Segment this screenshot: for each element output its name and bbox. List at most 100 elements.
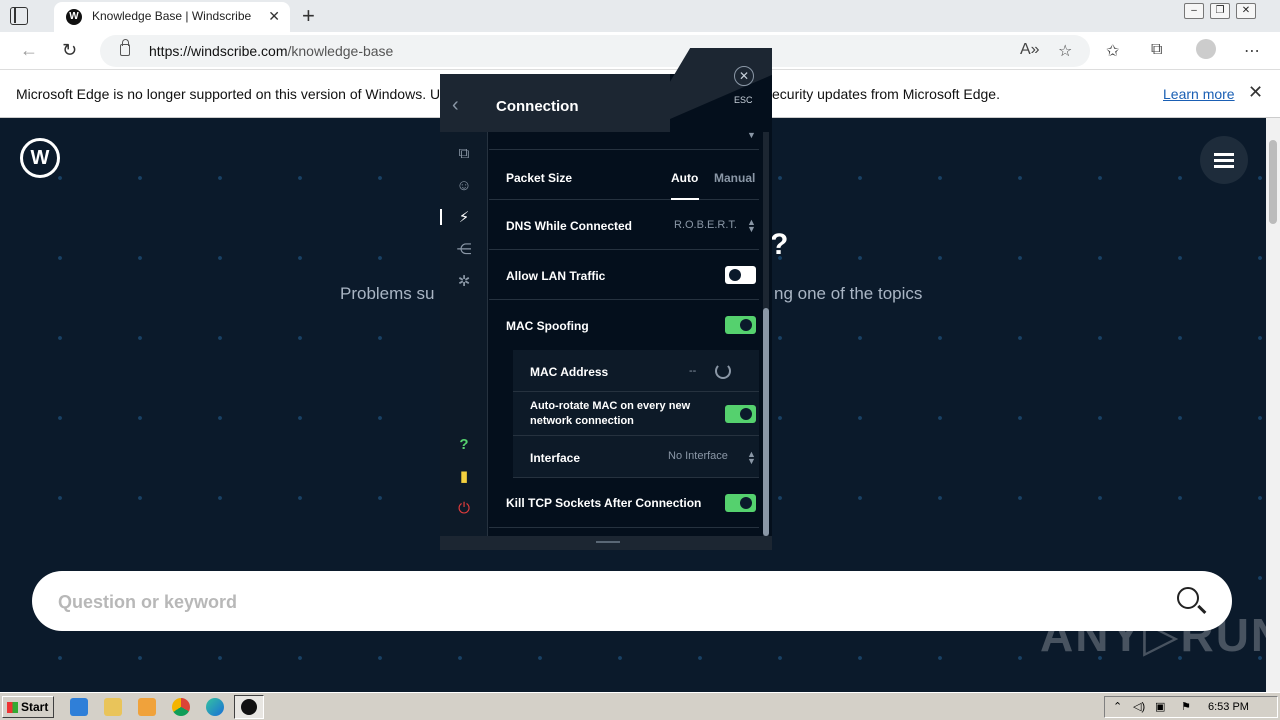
esc-label: ESC <box>734 95 753 105</box>
updown-icon: ▲ ▼ <box>747 217 756 234</box>
refresh-mac-icon[interactable] <box>715 363 731 379</box>
tray-expand-icon[interactable]: ⌃ <box>1113 700 1122 713</box>
allow-lan-label: Allow LAN Traffic <box>506 269 606 283</box>
search-input[interactable]: Question or keyword <box>58 592 237 613</box>
panel-footer <box>440 536 772 550</box>
read-aloud-icon[interactable]: A» <box>1020 41 1040 59</box>
collections-icon[interactable]: ⧉ <box>1151 41 1162 59</box>
restore-button[interactable]: ❐ <box>1210 3 1230 19</box>
learn-more-link[interactable]: Learn more <box>1163 86 1235 102</box>
clock: 6:53 PM <box>1208 701 1249 713</box>
volume-icon[interactable]: ◁) <box>1133 700 1145 713</box>
menu-button[interactable] <box>1200 136 1248 184</box>
windscribe-icon <box>241 699 257 715</box>
address-bar: ← ↻ https://windscribe.com/knowledge-bas… <box>0 32 1280 70</box>
updown-icon: ▼ <box>747 132 756 140</box>
mac-spoofing-label: MAC Spoofing <box>506 319 589 333</box>
back-icon[interactable]: ‹ <box>452 94 459 117</box>
edge-icon[interactable] <box>206 698 224 716</box>
windscribe-taskbar-button[interactable] <box>234 695 264 719</box>
account-icon[interactable]: ☺ <box>454 176 474 196</box>
general-icon[interactable]: ⧉ <box>454 144 474 164</box>
new-tab-icon[interactable]: + <box>302 3 315 29</box>
updown-icon: ▲ ▼ <box>747 449 756 466</box>
more-menu-icon[interactable]: ⋯ <box>1244 41 1260 61</box>
windscribe-logo[interactable]: W <box>20 138 60 178</box>
refresh-icon[interactable]: ↻ <box>62 40 77 61</box>
profile-avatar[interactable] <box>1196 39 1216 59</box>
mac-address-label: MAC Address <box>530 365 609 379</box>
infobar-message: Microsoft Edge is no longer supported on… <box>16 86 456 102</box>
flag-icon[interactable]: ⚑ <box>1181 700 1191 713</box>
menu-icon <box>1214 153 1234 156</box>
auto-rotate-toggle[interactable] <box>725 405 756 423</box>
favorites-icon[interactable]: ✩ <box>1106 41 1119 61</box>
panel-scrollbar[interactable] <box>763 132 769 536</box>
back-icon[interactable]: ← <box>20 40 38 61</box>
tab-actions-icon[interactable] <box>10 7 28 25</box>
dns-label: DNS While Connected <box>506 219 633 233</box>
page-heading: ? <box>770 228 789 261</box>
page-scroll-thumb[interactable] <box>1269 140 1277 224</box>
menu-icon-line <box>1214 159 1234 162</box>
infobar-close-icon[interactable]: ✕ <box>1248 82 1263 103</box>
tab-close-icon[interactable]: ✕ <box>268 8 280 25</box>
mac-address-value: -- <box>689 365 697 377</box>
browser-tab-bar: W Knowledge Base | Windscribe ✕ + – ❐ ✕ <box>0 0 1280 32</box>
add-favorite-icon[interactable]: ☆ <box>1058 41 1072 61</box>
resize-grip-icon[interactable] <box>596 541 620 543</box>
windscribe-favicon-icon: W <box>66 9 82 25</box>
page-subtitle: Problems su <box>340 284 435 303</box>
active-indicator <box>440 209 442 225</box>
about-icon[interactable]: ▮ <box>454 467 474 487</box>
interface-row[interactable]: Interface No Interface ▲ ▼ <box>513 436 759 478</box>
minimize-button[interactable]: – <box>1184 3 1204 19</box>
connection-icon[interactable]: ⚡ <box>454 208 474 228</box>
page-scrollbar[interactable] <box>1266 118 1280 692</box>
dns-while-connected-row[interactable]: DNS While Connected R.O.B.E.R.T. ▲ ▼ <box>489 200 759 250</box>
preferences-sidebar: ⧉ ☺ ⚡ ⋲ ✲ ? ▮ ⏻ <box>440 132 488 536</box>
media-player-icon[interactable] <box>138 698 156 716</box>
connection-settings-list: ▼ Packet Size Auto Manual DNS While Conn… <box>489 132 761 536</box>
start-button[interactable]: Start <box>2 696 54 718</box>
auto-rotate-label: Auto-rotate MAC on every new network conn… <box>530 400 691 427</box>
scrolled-row: ▼ <box>489 132 759 150</box>
panel-title: Connection <box>496 98 579 115</box>
browser-tab[interactable]: W Knowledge Base | Windscribe ✕ <box>54 2 290 32</box>
panel-scroll-thumb[interactable] <box>763 308 769 536</box>
allow-lan-toggle[interactable] <box>725 266 756 284</box>
kill-tcp-label: Kill TCP Sockets After Connection <box>506 496 702 510</box>
infobar-message-tail: ecurity updates from Microsoft Edge. <box>772 86 1000 102</box>
network-icon[interactable]: ▣ <box>1155 700 1165 713</box>
packet-size-row: Packet Size Auto Manual <box>489 150 759 200</box>
interface-value: No Interface <box>668 450 728 462</box>
lock-icon <box>120 39 130 56</box>
dns-value: R.O.B.E.R.T. <box>674 219 737 231</box>
mac-spoofing-row: MAC Spoofing <box>489 300 759 350</box>
url-field[interactable]: https://windscribe.com/knowledge-base <box>100 35 1090 67</box>
close-icon[interactable]: ✕ <box>734 66 754 86</box>
ie-icon[interactable] <box>70 698 88 716</box>
taskbar: Start ⌃ ◁) ▣ ⚑ 6:53 PM <box>0 692 1280 720</box>
help-icon[interactable]: ? <box>454 435 474 455</box>
search-icon[interactable] <box>1177 587 1199 609</box>
share-icon[interactable]: ⋲ <box>454 240 474 260</box>
page-subtitle-tail: ng one of the topics <box>774 284 923 303</box>
mac-spoofing-toggle[interactable] <box>725 316 756 334</box>
chrome-icon[interactable] <box>172 698 190 716</box>
close-window-button[interactable]: ✕ <box>1236 3 1256 19</box>
interface-label: Interface <box>530 451 581 465</box>
quit-icon[interactable]: ⏻ <box>454 499 474 519</box>
allow-lan-traffic-row: Allow LAN Traffic <box>489 250 759 300</box>
panel-header: ‹ Connection <box>440 74 670 132</box>
anyrun-watermark: ANY▷RUN <box>1040 609 1266 661</box>
kill-tcp-toggle[interactable] <box>725 494 756 512</box>
folder-icon[interactable] <box>104 698 122 716</box>
debug-icon[interactable]: ✲ <box>454 272 474 292</box>
system-tray: ⌃ ◁) ▣ ⚑ <box>1104 696 1278 718</box>
url-text: https://windscribe.com/knowledge-base <box>149 43 394 59</box>
packet-size-auto-option[interactable]: Auto <box>671 171 698 185</box>
packet-size-manual-option[interactable]: Manual <box>714 171 755 185</box>
menu-icon-line <box>1214 165 1234 168</box>
kill-tcp-sockets-row: Kill TCP Sockets After Connection <box>489 480 759 528</box>
